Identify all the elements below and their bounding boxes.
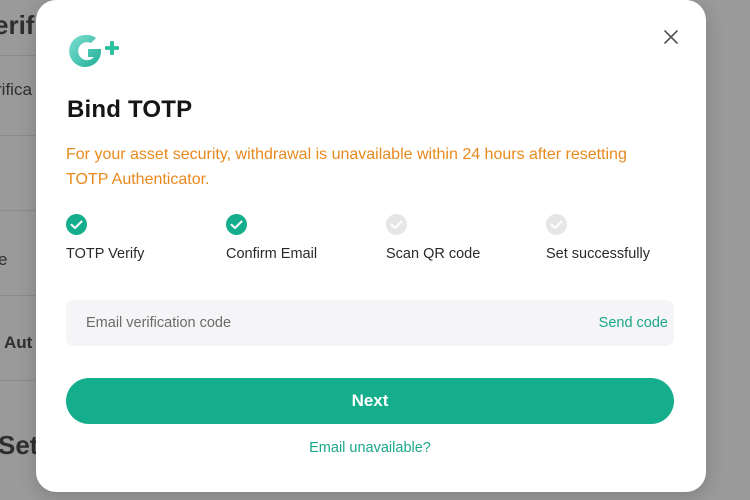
- email-verification-code-input[interactable]: [66, 300, 546, 346]
- modal-title: Bind TOTP: [67, 96, 193, 123]
- security-warning: For your asset security, withdrawal is u…: [66, 146, 627, 188]
- background-divider: [0, 55, 40, 56]
- check-circle-inactive-icon: [386, 214, 407, 235]
- next-button[interactable]: Next: [66, 378, 674, 424]
- background-divider: [0, 380, 40, 381]
- email-code-field: Send code: [66, 300, 674, 346]
- background-text: Set: [0, 430, 39, 460]
- step-label: Set successfully: [546, 246, 650, 262]
- step-label: Scan QR code: [386, 246, 481, 262]
- background-divider: [0, 135, 40, 136]
- close-button[interactable]: [660, 26, 682, 48]
- background-text: rifica: [0, 80, 32, 99]
- background-divider: [0, 210, 40, 211]
- check-circle-inactive-icon: [546, 214, 567, 235]
- close-icon: [664, 30, 678, 44]
- check-circle-icon: [66, 214, 87, 235]
- background-text: e: [0, 250, 8, 269]
- progress-steps: TOTP Verify Confirm Email Scan QR code S…: [66, 214, 706, 274]
- step-label: TOTP Verify: [66, 246, 145, 262]
- bind-totp-modal: Bind TOTP For your asset security, withd…: [36, 0, 706, 492]
- email-unavailable-link[interactable]: Email unavailable?: [36, 440, 704, 456]
- background-text: Aut: [4, 333, 33, 352]
- background-divider: [0, 295, 40, 296]
- step-label: Confirm Email: [226, 246, 318, 262]
- g-plus-logo: [69, 34, 119, 67]
- check-circle-icon: [226, 214, 247, 235]
- send-code-button[interactable]: Send code: [599, 300, 668, 346]
